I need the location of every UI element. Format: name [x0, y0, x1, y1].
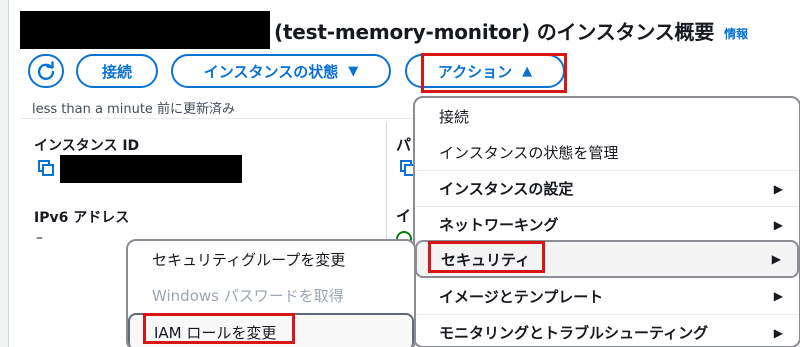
iam-role-highlight-box — [143, 313, 295, 344]
clipped-field-label: イ — [396, 207, 412, 225]
menu-item-networking[interactable]: ネットワーキング ▶ — [415, 206, 799, 242]
refresh-button[interactable] — [28, 54, 64, 88]
page-header: (test-memory-monitor) のインスタンス概要 情報 — [20, 10, 748, 50]
copy-icon[interactable] — [38, 160, 54, 176]
instance-id-label: インスタンス ID — [34, 138, 140, 154]
submenu-item-get-windows-password: Windows パスワードを取得 — [128, 277, 414, 313]
connect-button[interactable]: 接続 — [76, 54, 158, 88]
instance-state-button-label: インスタンスの状態 — [203, 62, 339, 81]
security-highlight-box — [428, 241, 545, 273]
instance-state-button[interactable]: インスタンスの状態 ▼ — [171, 54, 391, 88]
info-link[interactable]: 情報 — [724, 25, 748, 42]
chevron-right-icon: ▶ — [773, 217, 783, 232]
menu-item-label: ネットワーキング — [439, 216, 559, 234]
submenu-item-label: セキュリティグループを変更 — [152, 250, 346, 269]
menu-item-label: インスタンスの設定 — [439, 180, 574, 198]
chevron-right-icon: ▶ — [773, 289, 783, 303]
chevron-right-icon: ▶ — [773, 325, 783, 340]
menu-item-connect[interactable]: 接続 — [415, 98, 799, 134]
submenu-item-change-security-groups[interactable]: セキュリティグループを変更 — [128, 241, 414, 277]
actions-menu: 接続 インスタンスの状態を管理 インスタンスの設定 ▶ ネットワーキング ▶ セ… — [413, 96, 800, 347]
caret-down-icon: ▼ — [348, 63, 359, 79]
clipped-field-label: パ — [396, 136, 412, 154]
menu-item-label: イメージとテンプレート — [439, 287, 604, 306]
connect-button-label: 接続 — [101, 62, 132, 81]
menu-item-monitoring-troubleshooting[interactable]: モニタリングとトラブルシューティング ▶ — [415, 314, 799, 346]
menu-item-label: 接続 — [439, 107, 470, 126]
column-divider — [386, 122, 387, 242]
chevron-right-icon: ▶ — [773, 181, 783, 196]
ipv6-value: – — [36, 230, 43, 246]
menu-item-label: インスタンスの状態を管理 — [439, 143, 619, 162]
menu-item-instance-settings[interactable]: インスタンスの設定 ▶ — [415, 170, 799, 206]
actions-highlight-box — [421, 53, 567, 93]
page-title: (test-memory-monitor) のインスタンス概要 — [274, 19, 715, 44]
last-updated-text: less than a minute 前に更新済み — [32, 102, 236, 117]
menu-item-manage-instance-state[interactable]: インスタンスの状態を管理 — [415, 134, 799, 170]
submenu-item-label: Windows パスワードを取得 — [152, 286, 344, 305]
menu-item-label: モニタリングとトラブルシューティング — [439, 324, 709, 342]
ipv6-label: IPv6 アドレス — [34, 210, 130, 226]
redacted-instance-id — [60, 155, 242, 183]
chevron-right-icon: ▶ — [771, 252, 781, 266]
refresh-icon — [37, 61, 55, 81]
redacted-instance-name — [20, 11, 270, 49]
menu-item-images-templates[interactable]: イメージとテンプレート ▶ — [415, 278, 799, 314]
